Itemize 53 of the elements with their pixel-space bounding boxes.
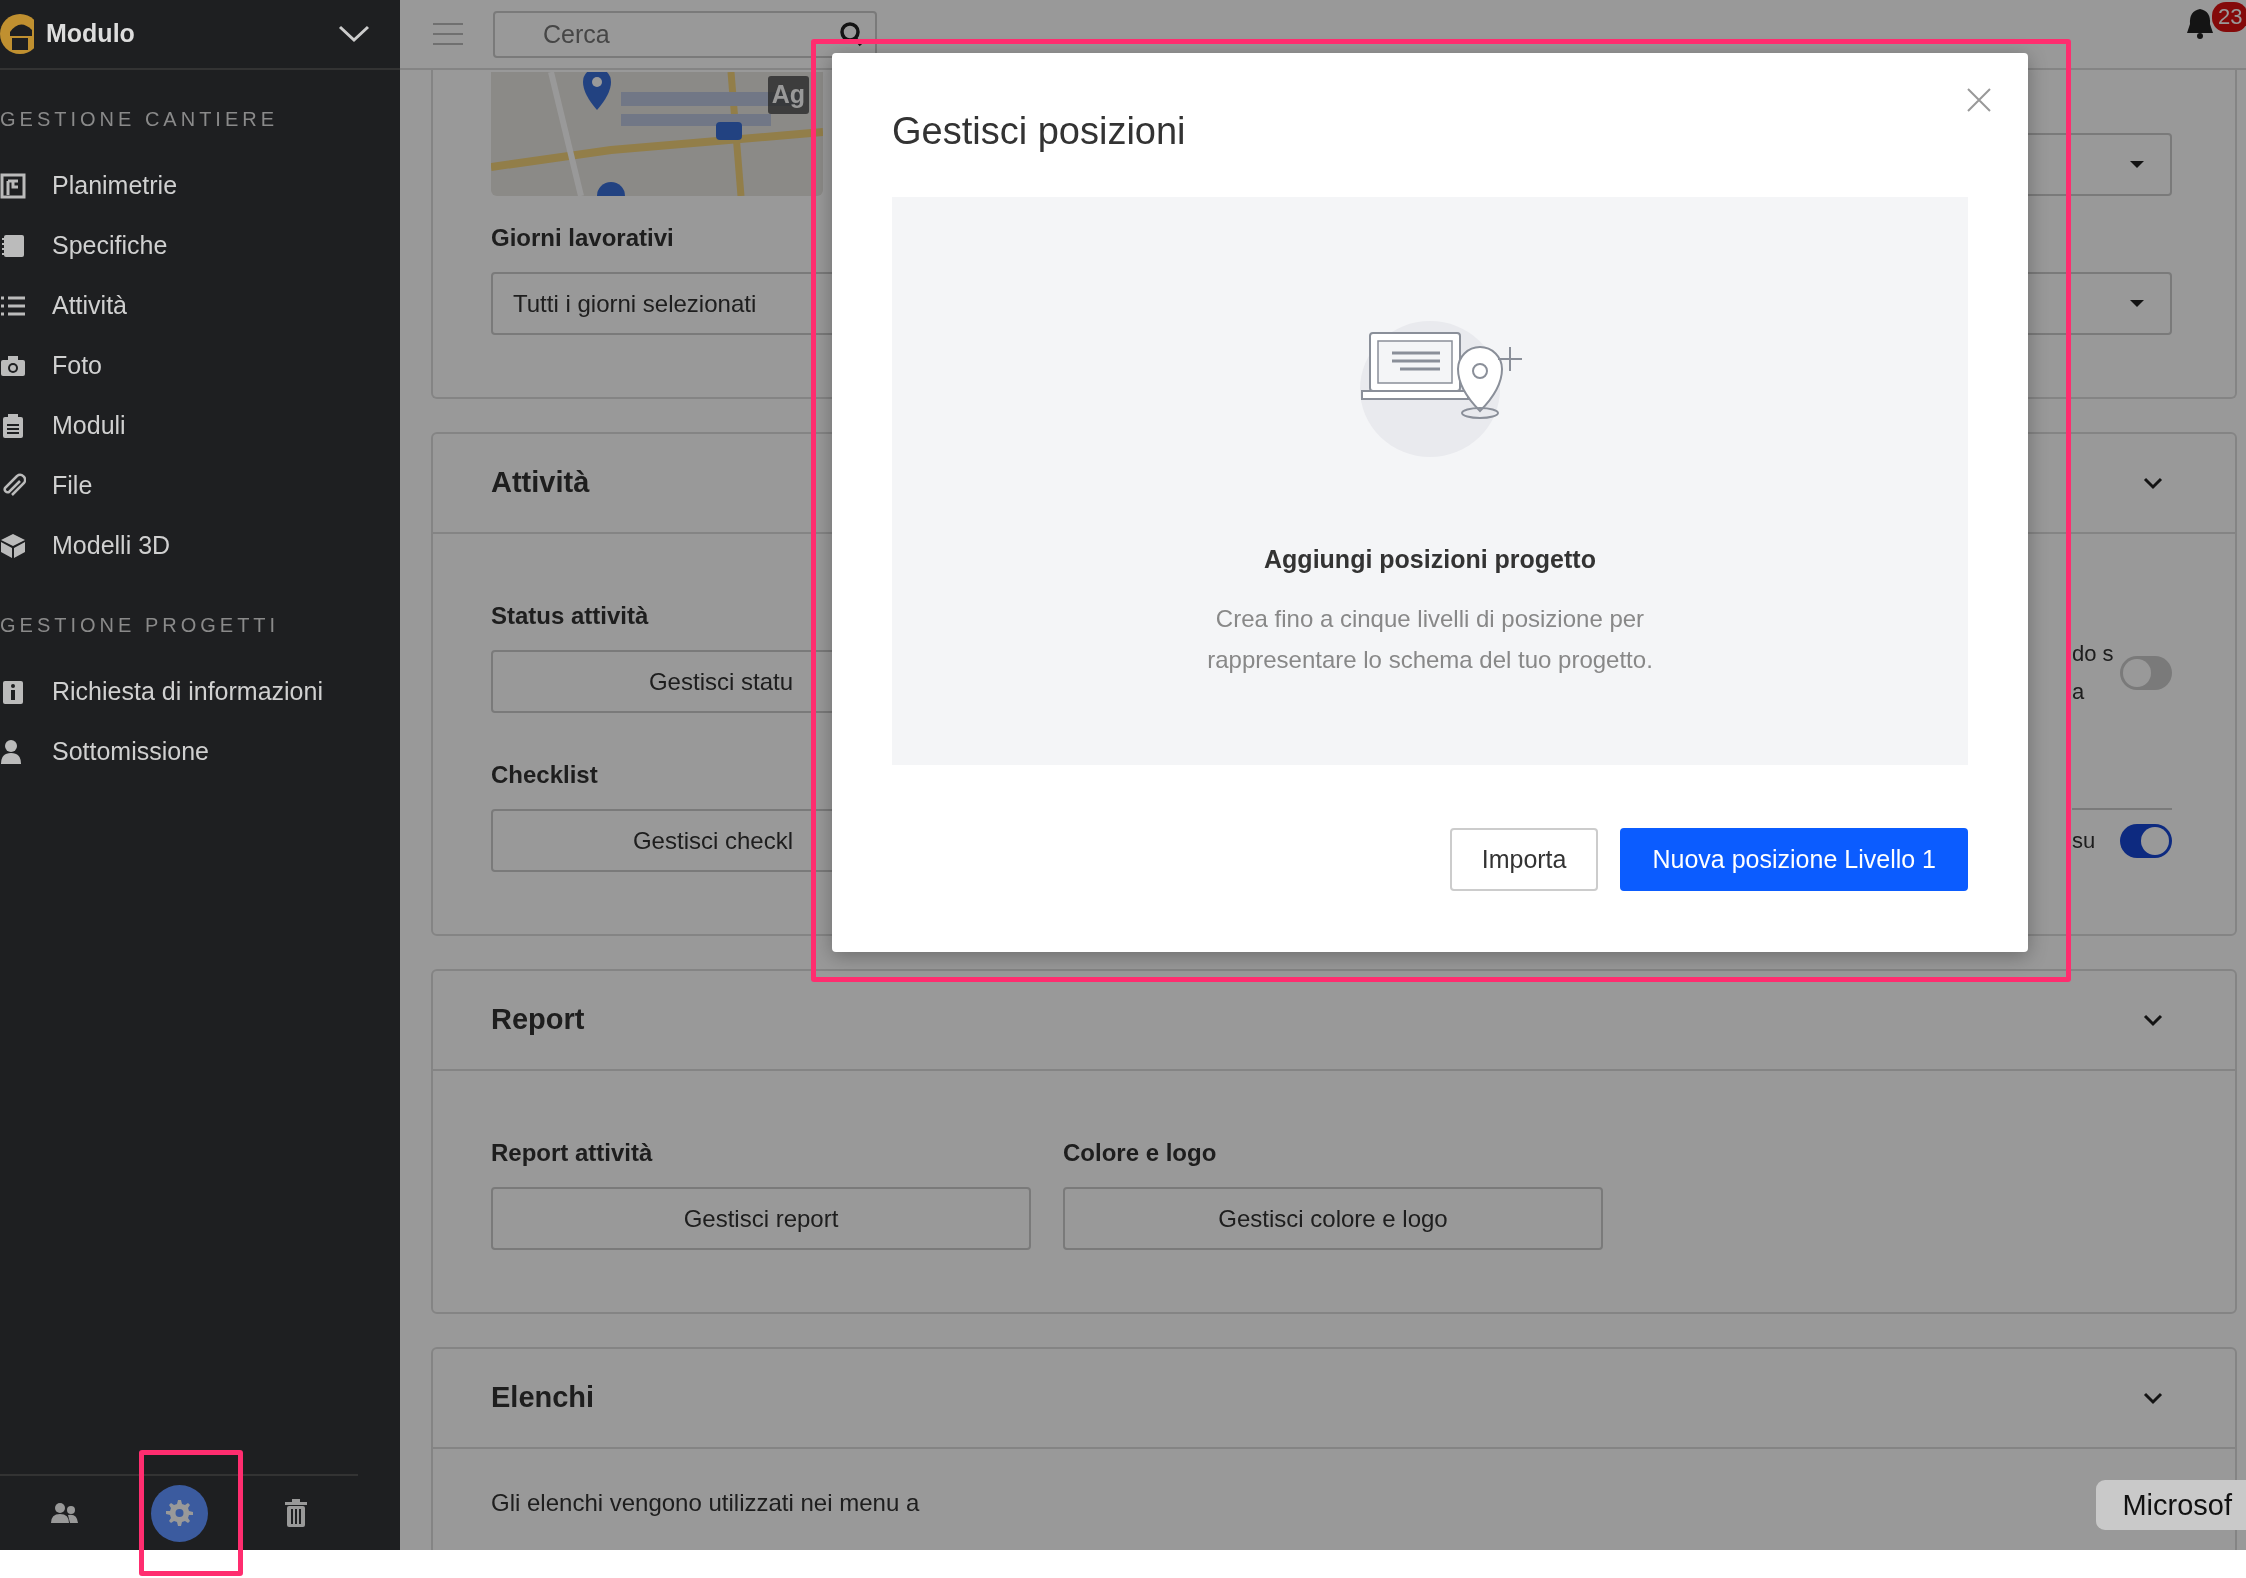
sidebar-item[interactable]: Modelli 3D: [0, 516, 400, 576]
sidebar-footer-button[interactable]: [151, 1484, 208, 1542]
empty-state-text: Crea fino a cinque livelli di posizione per: [1214, 604, 1646, 635]
notebook-icon: [0, 233, 26, 259]
caret-icon: [2130, 300, 2144, 307]
map-button-label[interactable]: Ag: [767, 76, 809, 114]
settings-icon: [165, 1498, 194, 1528]
import-button[interactable]: Importa: [1449, 828, 1599, 891]
chevron-down-icon[interactable]: [2143, 476, 2163, 490]
trash-icon: [283, 1499, 308, 1527]
sidebar-item[interactable]: Attività: [0, 276, 400, 336]
sidebar-item[interactable]: Moduli: [0, 396, 400, 456]
toggle-switch[interactable]: [2120, 824, 2172, 858]
search-icon[interactable]: [839, 20, 863, 47]
section-heading: GESTIONE CANTIERE: [0, 107, 280, 132]
empty-state-title: Aggiungi posizioni progetto: [1264, 543, 1596, 575]
caret-icon: [2130, 161, 2144, 168]
app-title: Modulo: [46, 18, 136, 50]
floor-plan-icon: [0, 173, 26, 199]
manage-button[interactable]: Gestisci colore e logo: [1063, 1187, 1603, 1250]
chevron-down-icon[interactable]: [2143, 1391, 2163, 1405]
bell-icon[interactable]: [2184, 6, 2216, 40]
field-label: Checklist: [491, 760, 599, 790]
notification-count: 23: [2212, 2, 2246, 32]
setting-label: do s: [2072, 640, 2115, 668]
manage-button[interactable]: Gestisci report: [491, 1187, 1031, 1250]
tooltip: Microsof: [2096, 1480, 2246, 1530]
people-icon: [49, 1501, 78, 1525]
card-title: Attività: [491, 465, 590, 501]
chevron-down-icon[interactable]: [2143, 1013, 2163, 1027]
setting-label: su: [2072, 827, 2097, 855]
card-title: Report: [491, 1002, 585, 1038]
empty-state-text: rappresentare lo schema del tuo progetto.: [1207, 645, 1653, 676]
sidebar-item[interactable]: Foto: [0, 336, 400, 396]
sidebar-item[interactable]: Planimetrie: [0, 156, 400, 216]
close-button[interactable]: [1966, 87, 1992, 113]
sidebar-item[interactable]: File: [0, 456, 400, 516]
close-icon: [1966, 87, 1992, 113]
sidebar-item[interactable]: Specifiche: [0, 216, 400, 276]
toggle-switch[interactable]: [2120, 656, 2172, 690]
field-label: Status attività: [491, 601, 650, 631]
field-label: Giorni lavorativi: [491, 223, 675, 253]
new-position-button[interactable]: Nuova posizione Livello 1: [1620, 828, 1968, 891]
modal-title: Gestisci posizioni: [892, 109, 1187, 154]
section-heading: GESTIONE PROGETTI: [0, 613, 281, 638]
sidebar-item[interactable]: Richiesta di informazioni: [0, 662, 400, 722]
search-field[interactable]: Cerca: [493, 10, 877, 58]
sidebar-item[interactable]: Sottomissione: [0, 722, 400, 782]
field-label: Colore e logo: [1063, 1138, 1218, 1168]
setting-label: a: [2072, 678, 2086, 706]
field-label: Report attività: [491, 1138, 654, 1168]
card-title: Elenchi: [491, 1380, 595, 1416]
cube-icon: [0, 533, 26, 559]
